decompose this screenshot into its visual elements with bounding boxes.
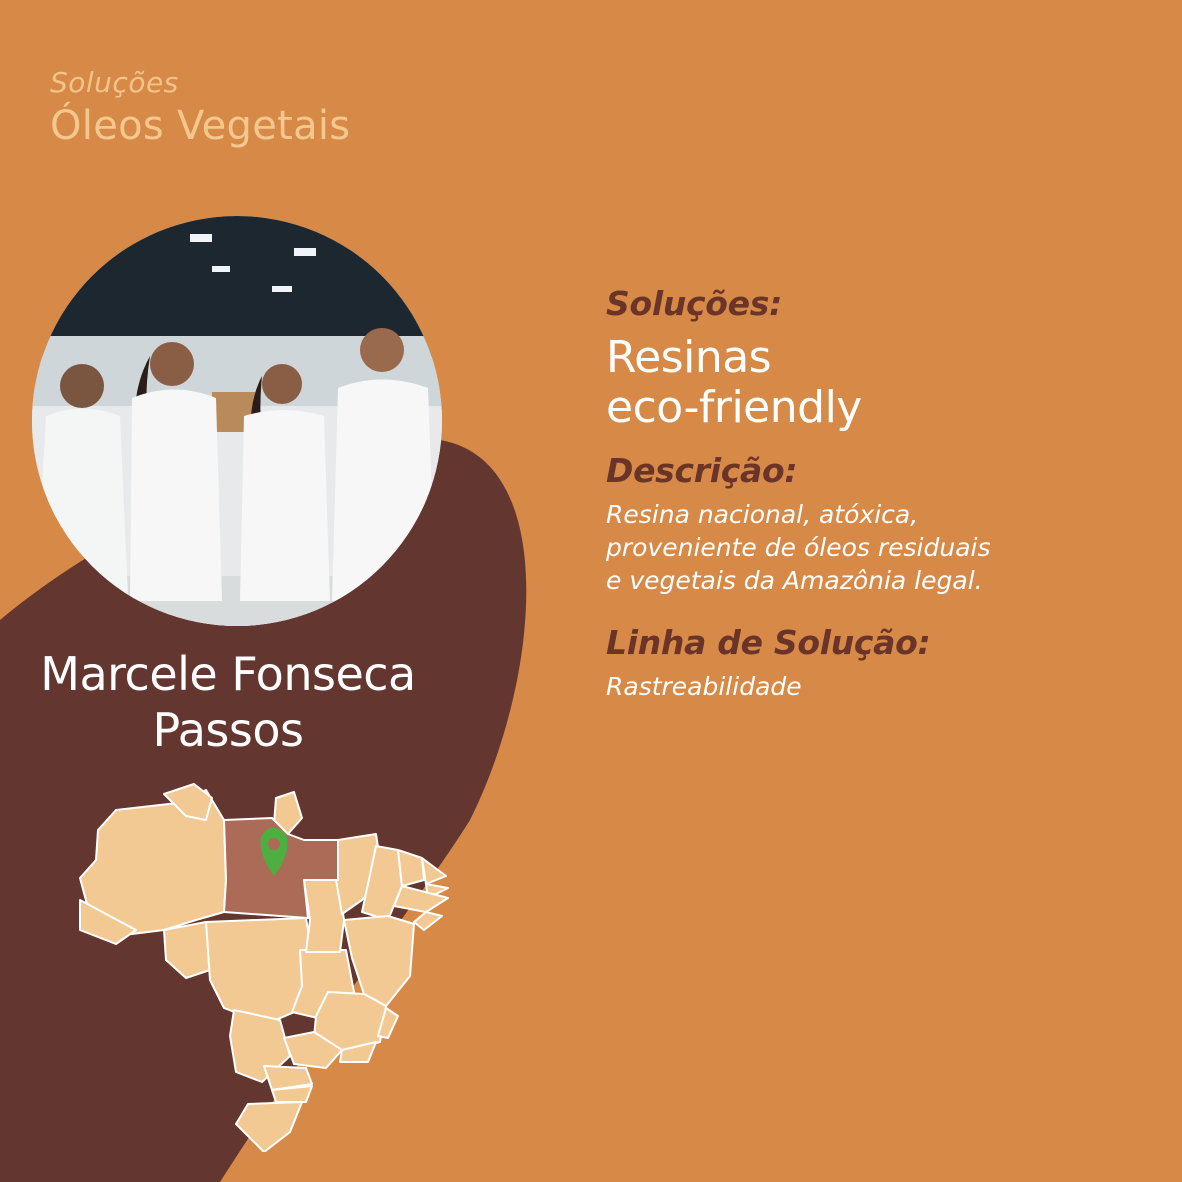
brazil-map <box>79 783 449 1152</box>
solution-title-line1: Resinas <box>606 332 772 383</box>
team-photo <box>32 216 442 626</box>
description-text: Resina nacional, atóxica, proveniente de… <box>606 498 1146 597</box>
header: Soluções Óleos Vegetais <box>50 66 350 149</box>
solution-info: Soluções: Resinas eco-friendly Descrição… <box>606 284 1146 703</box>
map-state-al-se <box>413 911 443 931</box>
person-name: Marcele Fonseca Passos <box>0 646 456 758</box>
solution-title: Resinas eco-friendly <box>606 333 1146 433</box>
header-subtitle: Soluções <box>50 66 179 99</box>
header-title: Óleos Vegetais <box>50 103 351 149</box>
description-line-1: Resina nacional, atóxica, <box>606 500 919 529</box>
description-line-3: e vegetais da Amazônia legal. <box>606 566 983 595</box>
solutions-label: Soluções: <box>606 284 782 323</box>
description-label: Descrição: <box>606 451 798 490</box>
solution-title-line2: eco-friendly <box>606 382 862 433</box>
map-state-rs <box>235 1101 303 1152</box>
person-name-line2: Passos <box>152 703 304 757</box>
map-state-rn <box>421 857 447 885</box>
map-state-ceara <box>397 849 425 887</box>
lab-team-illustration <box>32 216 442 626</box>
solution-line-label: Linha de Solução: <box>606 623 931 662</box>
person-name-line1: Marcele Fonseca <box>40 647 416 701</box>
map-state-sc <box>271 1085 313 1103</box>
solution-line-value: Rastreabilidade <box>606 672 802 701</box>
description-line-2: proveniente de óleos residuais <box>606 533 991 562</box>
